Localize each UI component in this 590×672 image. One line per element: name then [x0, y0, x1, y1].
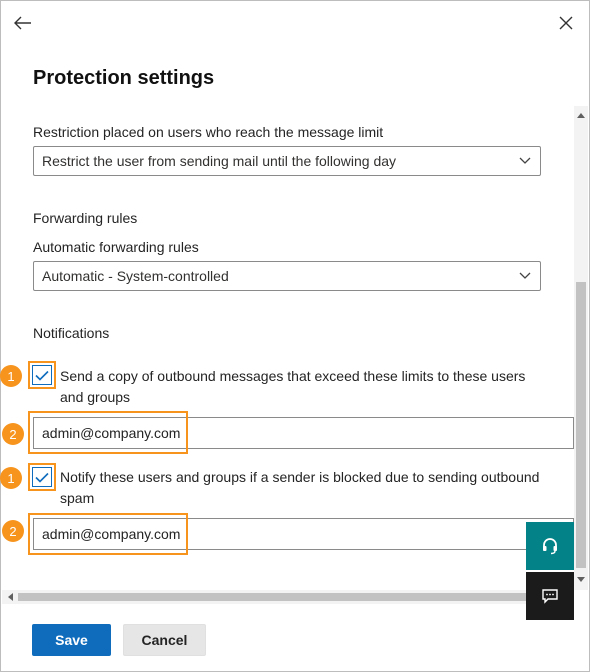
- callout-highlight-2: [28, 513, 188, 555]
- scroll-up-arrow-icon[interactable]: [575, 109, 587, 121]
- copy-messages-line2: and groups: [60, 389, 131, 405]
- chevron-down-icon: [518, 154, 532, 168]
- close-button[interactable]: [553, 10, 579, 36]
- callout-badge-1: 1: [0, 467, 22, 489]
- callout-highlight-2: [28, 411, 188, 454]
- scroll-left-arrow-icon[interactable]: [4, 591, 16, 603]
- restriction-value: Restrict the user from sending mail unti…: [42, 153, 397, 169]
- notify-blocked-line1: Notify these users and groups if a sende…: [60, 469, 540, 485]
- notify-blocked-checkbox[interactable]: [32, 467, 52, 487]
- chevron-down-icon: [518, 269, 532, 283]
- callout-badge-2: 2: [2, 423, 24, 445]
- cancel-button[interactable]: Cancel: [123, 624, 206, 656]
- restriction-dropdown[interactable]: Restrict the user from sending mail unti…: [33, 146, 541, 176]
- feedback-icon: [542, 589, 558, 604]
- back-button[interactable]: [10, 10, 36, 36]
- vertical-scrollbar[interactable]: [574, 106, 588, 590]
- notify-blocked-line2: spam: [60, 490, 95, 506]
- forwarding-section-label: Forwarding rules: [33, 210, 138, 226]
- save-button[interactable]: Save: [32, 624, 111, 656]
- auto-forwarding-value: Automatic - System-controlled: [42, 268, 229, 284]
- horizontal-scrollbar[interactable]: [2, 590, 574, 604]
- checkmark-icon: [35, 370, 49, 381]
- auto-forwarding-dropdown[interactable]: Automatic - System-controlled: [33, 261, 541, 291]
- feedback-button[interactable]: [526, 572, 574, 620]
- notifications-section-label: Notifications: [33, 325, 110, 341]
- scroll-down-arrow-icon[interactable]: [575, 574, 587, 586]
- checkmark-icon: [35, 472, 49, 483]
- headset-icon: [543, 538, 557, 555]
- callout-badge-1: 1: [0, 365, 22, 387]
- close-icon: [559, 16, 573, 30]
- horizontal-scroll-thumb[interactable]: [18, 593, 574, 601]
- back-arrow-icon: [14, 16, 31, 30]
- callout-badge-2: 2: [2, 520, 24, 542]
- copy-messages-checkbox[interactable]: [32, 365, 52, 385]
- page-title: Protection settings: [33, 67, 215, 89]
- vertical-scroll-thumb[interactable]: [576, 282, 586, 568]
- restriction-label: Restriction placed on users who reach th…: [33, 124, 384, 140]
- auto-forwarding-label: Automatic forwarding rules: [33, 239, 199, 255]
- copy-messages-line1: Send a copy of outbound messages that ex…: [60, 368, 526, 384]
- support-button[interactable]: [526, 522, 574, 570]
